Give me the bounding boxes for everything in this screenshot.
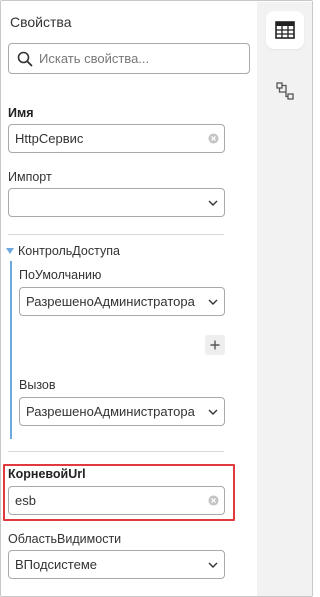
chevron-down-icon xyxy=(202,200,224,206)
scope-value: ВПодсистеме xyxy=(15,557,98,572)
chevron-down-icon xyxy=(202,409,224,415)
properties-tab-button[interactable] xyxy=(266,11,304,49)
name-value: HttpСервис xyxy=(15,131,84,146)
call-access-value: РазрешеноАдминистратора xyxy=(26,404,195,419)
properties-panel: Свойства Искать свойства... Имя HttpСерв… xyxy=(2,2,257,596)
chevron-down-icon xyxy=(202,299,224,305)
search-placeholder: Искать свойства... xyxy=(39,51,150,66)
import-label: Импорт xyxy=(8,170,52,184)
chevron-down-icon xyxy=(202,562,224,568)
name-field[interactable]: HttpСервис xyxy=(8,124,225,153)
default-access-value: РазрешеноАдминистратора xyxy=(26,294,195,309)
diagram-icon xyxy=(276,82,294,100)
access-control-label: КонтрольДоступа xyxy=(18,244,120,258)
scope-select[interactable]: ВПодсистеме xyxy=(8,550,225,579)
table-icon xyxy=(275,21,295,39)
default-access-label: ПоУмолчанию xyxy=(19,268,102,282)
root-url-value: esb xyxy=(15,493,36,508)
name-label: Имя xyxy=(8,106,34,120)
search-icon xyxy=(17,51,33,66)
root-url-field[interactable]: esb xyxy=(8,486,225,515)
clear-icon[interactable] xyxy=(202,495,224,506)
group-indent-line xyxy=(10,261,12,439)
scope-label: ОбластьВидимости xyxy=(8,532,122,546)
structure-tab-button[interactable] xyxy=(266,72,304,110)
import-select[interactable] xyxy=(8,188,225,217)
call-access-label: Вызов xyxy=(19,378,56,392)
call-access-select[interactable]: РазрешеноАдминистратора xyxy=(19,397,225,426)
add-button[interactable] xyxy=(205,335,225,355)
properties-window: Свойства Искать свойства... Имя HttpСерв… xyxy=(0,0,313,597)
clear-icon[interactable] xyxy=(202,133,224,144)
divider xyxy=(8,451,224,452)
panel-title: Свойства xyxy=(10,14,72,30)
side-toolbar xyxy=(257,2,312,596)
caret-down-icon[interactable] xyxy=(6,248,14,254)
default-access-select[interactable]: РазрешеноАдминистратора xyxy=(19,287,225,316)
search-input[interactable]: Искать свойства... xyxy=(8,43,250,74)
root-url-label: КорневойUrl xyxy=(8,467,86,481)
divider xyxy=(8,234,224,235)
plus-icon xyxy=(210,340,220,350)
